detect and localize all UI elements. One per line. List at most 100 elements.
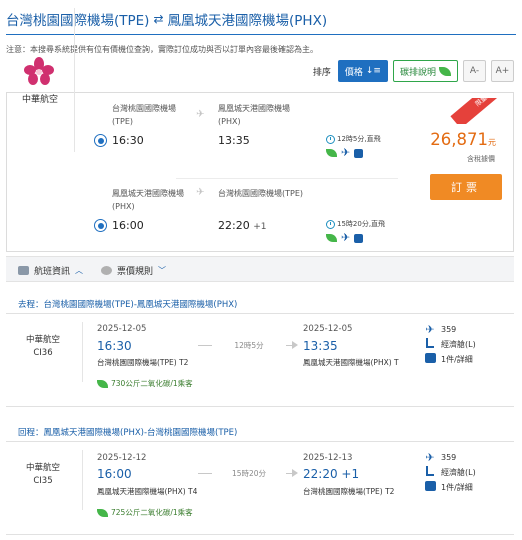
segment-divider bbox=[82, 322, 83, 382]
destination-airport: 鳳凰城天港國際機場(PHX) bbox=[167, 13, 328, 29]
outbound-to: 鳳凰城天港國際機場 (PHX) bbox=[218, 102, 290, 128]
outbound-duration: 12時5分,直飛 bbox=[326, 134, 381, 144]
origin-airport: 台灣桃園國際機場(TPE) bbox=[6, 13, 150, 29]
inbound-arrive-time-text: 22:20 bbox=[218, 219, 250, 232]
inbound-duration-text: 15時20分,直飛 bbox=[337, 220, 386, 228]
outbound-arrive-time: 13:35 bbox=[218, 134, 250, 147]
segment-flight-number: CI35 bbox=[33, 476, 53, 486]
segment-dep-date: 2025-12-12 bbox=[97, 453, 147, 463]
inbound-from: 鳳凰城天港國際機場 (PHX) bbox=[112, 187, 184, 213]
leaf-icon bbox=[97, 379, 108, 388]
carbon-info-button[interactable]: 碳排說明 bbox=[392, 60, 458, 82]
segment-airline-name: 中華航空 bbox=[25, 463, 60, 473]
outbound-from-code: (TPE) bbox=[112, 117, 134, 126]
plane-icon bbox=[18, 266, 29, 275]
leg-divider bbox=[176, 178, 398, 179]
carbon-info-label: 碳排說明 bbox=[399, 67, 436, 78]
promo-ribbon: 限量特惠 bbox=[450, 98, 512, 124]
segment-dep-time: 16:00 bbox=[97, 467, 132, 481]
plane-icon: ✈ bbox=[341, 231, 351, 244]
segment-co2: 730公斤二氧化碳/1乘客 bbox=[97, 378, 193, 389]
baggage-icon bbox=[424, 353, 436, 366]
font-increase-button[interactable]: A+ bbox=[491, 60, 514, 82]
aircraft-type: 359 bbox=[441, 453, 457, 462]
segment-arr-airport: 台灣桃園國際機場(TPE) T2 bbox=[303, 487, 395, 496]
segment-duration: 15時20分 bbox=[231, 469, 267, 478]
chevron-up-icon: ︿ bbox=[75, 266, 84, 275]
inbound-day-offset: +1 bbox=[253, 222, 267, 232]
segment-arr-time: 13:35 bbox=[303, 339, 338, 353]
sort-asc-icon: ↓≡ bbox=[365, 66, 381, 76]
baggage-icon bbox=[424, 481, 436, 494]
outbound-from: 台灣桃園國際機場 (TPE) bbox=[112, 102, 176, 128]
leaf-icon bbox=[326, 149, 337, 157]
cabin-row: 經濟艙(L) bbox=[424, 465, 476, 480]
segment-airline: 中華航空 CI35 bbox=[18, 462, 68, 488]
segment-arr-time: 22:20 +1 bbox=[303, 467, 360, 481]
outbound-duration-text: 12時5分,直飛 bbox=[337, 135, 381, 143]
price: 26,871元 bbox=[430, 130, 496, 149]
clock-icon bbox=[326, 134, 335, 144]
tab-fare-rules-label: 票價規則 bbox=[117, 267, 154, 277]
plane-icon: ✈ bbox=[425, 451, 435, 464]
segment-divider bbox=[82, 450, 83, 510]
outbound-to-name: 鳳凰城天港國際機場 bbox=[218, 104, 290, 113]
plane-icon: ✈ bbox=[196, 109, 205, 120]
baggage-icon bbox=[354, 233, 364, 243]
baggage-row[interactable]: 1件/詳細 bbox=[424, 352, 476, 367]
sort-bar: 排序 價格 ↓≡ 碳排說明 A- A+ bbox=[313, 60, 514, 82]
segment-dep-date: 2025-12-05 bbox=[97, 324, 147, 334]
inbound-duration: 15時20分,直飛 bbox=[326, 219, 385, 229]
inbound-to: 台灣桃園國際機場(TPE) bbox=[218, 189, 304, 198]
segment-rule bbox=[6, 441, 514, 442]
outbound-from-name: 台灣桃園國際機場 bbox=[112, 104, 176, 113]
swap-icon[interactable]: ⇄ bbox=[153, 12, 163, 26]
outbound-depart-time: 16:30 bbox=[112, 134, 144, 147]
baggage-row[interactable]: 1件/詳細 bbox=[424, 480, 476, 495]
cabin-class: 經濟艙(L) bbox=[441, 340, 476, 349]
book-button[interactable]: 訂票 bbox=[430, 174, 502, 200]
segment-airline: 中華航空 CI36 bbox=[18, 334, 68, 360]
duration-line bbox=[198, 345, 212, 346]
duration-line bbox=[198, 473, 212, 474]
promo-ribbon-label: 限量特惠 bbox=[450, 98, 512, 124]
inbound-radio[interactable] bbox=[94, 219, 107, 232]
segment-separator bbox=[6, 534, 514, 535]
outbound-radio[interactable] bbox=[94, 134, 107, 147]
leaf-icon bbox=[439, 66, 451, 76]
segment-flight-number: CI36 bbox=[33, 348, 53, 358]
segment-title: 回程：鳳凰城天港國際機場(PHX)-台灣桃園國際機場(TPE) bbox=[18, 428, 238, 438]
segment-airline-name: 中華航空 bbox=[25, 335, 60, 345]
baggage-icon bbox=[354, 148, 364, 158]
segment-separator bbox=[6, 406, 514, 407]
segment-arr-date: 2025-12-05 bbox=[303, 324, 353, 334]
segment-co2-text: 725公斤二氧化碳/1乘客 bbox=[111, 508, 193, 517]
inbound-amenities: ✈ bbox=[326, 231, 364, 244]
outbound-amenities: ✈ bbox=[326, 146, 364, 159]
inbound-from-code: (PHX) bbox=[112, 202, 135, 211]
baggage-detail-link[interactable]: 1件/詳細 bbox=[441, 354, 473, 365]
segment-rule bbox=[6, 313, 514, 314]
plane-icon: ✈ bbox=[341, 146, 351, 159]
inbound-from-name: 鳳凰城天港國際機場 bbox=[112, 189, 184, 198]
arrow-right-icon bbox=[292, 341, 298, 349]
segment-dep-airport: 鳳凰城天港國際機場(PHX) T4 bbox=[97, 487, 198, 496]
tab-fare-rules[interactable]: 票價規則 ﹀ bbox=[101, 264, 166, 277]
segment-details: ✈ 359 經濟艙(L) 1件/詳細 bbox=[424, 322, 476, 367]
plum-blossom-logo-icon bbox=[24, 57, 54, 85]
sort-price-button[interactable]: 價格 ↓≡ bbox=[337, 60, 388, 82]
price-value: 26,871 bbox=[430, 130, 488, 149]
info-icon bbox=[101, 266, 112, 275]
plane-icon: ✈ bbox=[425, 323, 435, 336]
tab-flight-info-label: 航班資訊 bbox=[34, 267, 71, 277]
chevron-down-icon: ﹀ bbox=[158, 266, 167, 275]
segment-co2: 725公斤二氧化碳/1乘客 bbox=[97, 507, 193, 518]
baggage-detail-link[interactable]: 1件/詳細 bbox=[441, 482, 473, 493]
segment-arr-date: 2025-12-13 bbox=[303, 453, 353, 463]
aircraft-type: 359 bbox=[441, 325, 457, 334]
cabin-class: 經濟艙(L) bbox=[441, 468, 476, 477]
seat-icon bbox=[424, 466, 436, 479]
font-decrease-button[interactable]: A- bbox=[463, 60, 486, 82]
tab-flight-info[interactable]: 航班資訊 ︿ bbox=[18, 264, 83, 277]
card-divider bbox=[74, 8, 75, 152]
